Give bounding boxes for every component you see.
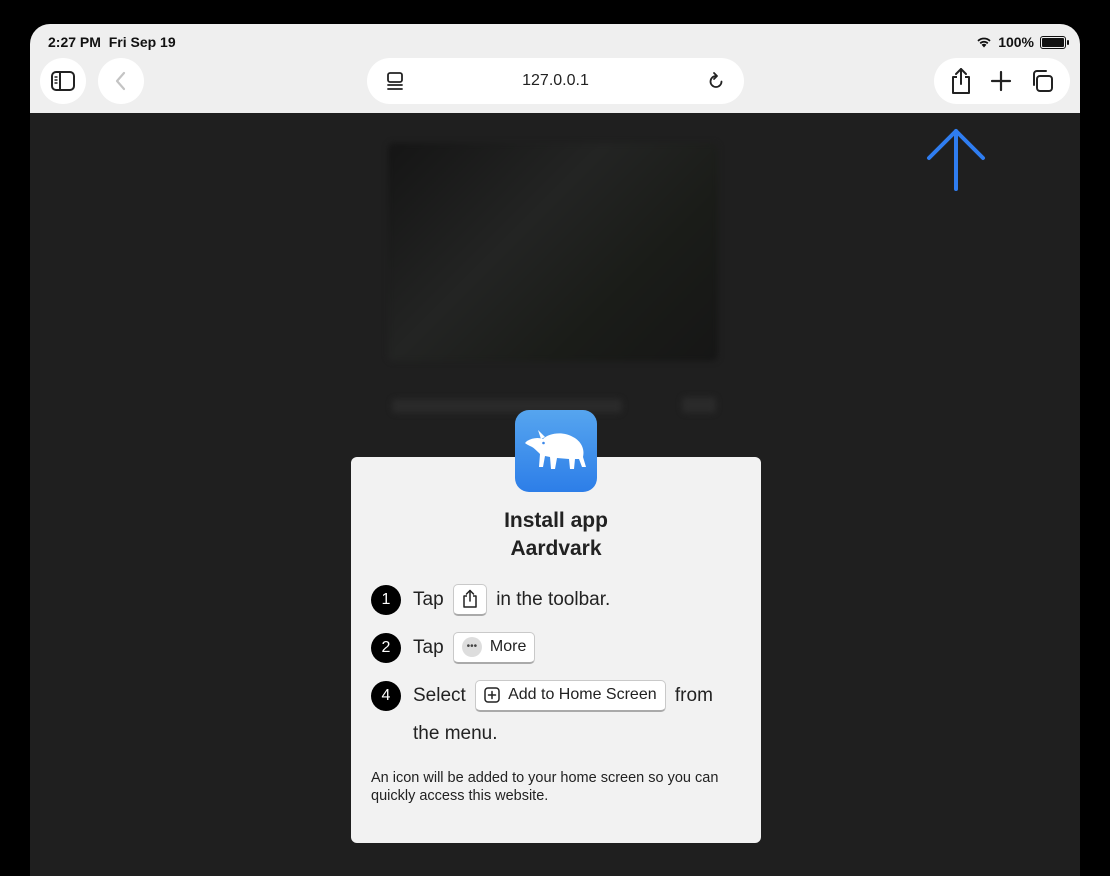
blurred-image [388,143,718,361]
more-icon: ••• [461,637,482,658]
add-to-home-chip: Add to Home Screen [475,679,666,712]
step-before-text: Tap [413,637,444,658]
share-icon[interactable] [949,67,973,95]
status-time: 2:27 PM Fri Sep 19 [48,34,176,50]
toolbar-actions [934,58,1070,104]
arrow-up-icon [927,129,985,191]
address-text: 127.0.0.1 [522,72,589,89]
chip-label: More [489,638,527,656]
step-before-text: Tap [413,589,444,610]
title-line-1: Install app [504,509,608,532]
step-text: Tap in the toolbar. [413,581,741,619]
install-steps: 1 Tap in the toolbar. 2 Tap ••• More 4 S… [371,581,741,753]
chip-label: Add to Home Screen [508,686,657,704]
step-number: 1 [371,585,401,615]
wifi-icon [977,37,991,48]
step-number: 4 [371,681,401,711]
plus-square-icon [484,687,500,704]
battery-fill [1042,37,1064,47]
address-bar[interactable]: 127.0.0.1 [367,58,744,104]
date-text: Fri Sep 19 [108,34,176,50]
step-before-text: Select [413,685,466,706]
step-text: Tap ••• More [413,629,741,667]
step-2: 2 Tap ••• More [371,629,741,667]
status-bar: 2:27 PM Fri Sep 19 100% [30,24,1080,58]
battery-icon [1040,35,1069,49]
install-card: Install app Aardvark 1 Tap in the toolba… [351,457,761,843]
time-text: 2:27 PM [48,34,101,50]
share-chip [452,583,487,616]
share-icon [463,590,477,609]
reload-icon[interactable] [706,71,726,91]
page-menu-icon[interactable] [385,71,405,91]
web-page: Install app Aardvark 1 Tap in the toolba… [30,113,1080,876]
blurred-badge [682,397,716,413]
back-button[interactable] [98,58,144,104]
more-chip: ••• More [452,631,536,664]
battery-percent: 100% [998,34,1034,50]
title-line-2: Aardvark [510,537,602,560]
status-indicators: 100% [976,34,1069,50]
step-1: 1 Tap in the toolbar. [371,581,741,619]
sidebar-button[interactable] [40,58,86,104]
step-3: 4 Select Add to Home Screen from the men… [371,677,741,753]
aardvark-icon [525,430,586,469]
step-text: Select Add to Home Screen from the menu. [413,677,741,753]
step-after-text: in the toolbar. [496,589,611,610]
plus-icon[interactable] [990,70,1012,92]
back-chevron-icon [115,71,126,91]
step-number: 2 [371,633,401,663]
install-title: Install app Aardvark [371,507,741,563]
app-icon [515,410,597,492]
tabs-icon[interactable] [1029,68,1055,94]
browser-toolbar: 127.0.0.1 [30,58,1080,113]
sidebar-icon [51,71,75,91]
install-note: An icon will be added to your home scree… [371,770,719,804]
ipad-screen: 2:27 PM Fri Sep 19 100% 127.0.0.1 Instal… [30,24,1080,876]
